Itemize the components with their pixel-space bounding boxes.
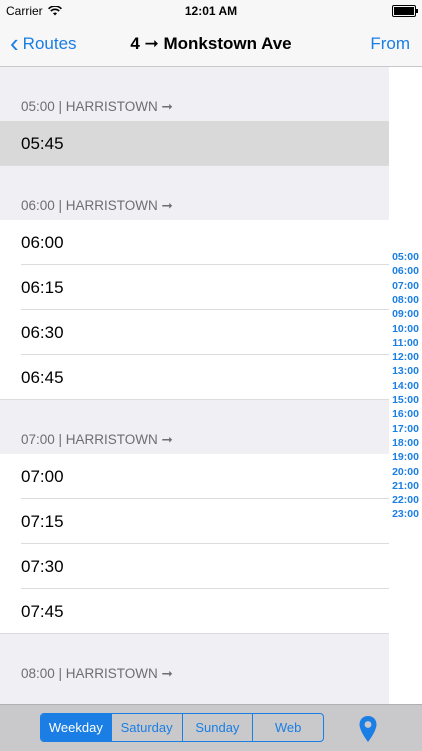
index-item[interactable]: 09:00 bbox=[389, 307, 422, 321]
section-06: 06:00 | HARRISTOWN ➞ 06:00 06:15 06:30 0… bbox=[0, 166, 389, 400]
table-row[interactable]: 07:15 bbox=[0, 499, 389, 544]
day-segmented-control: Weekday Saturday Sunday Web bbox=[40, 713, 324, 742]
section-07: 07:00 | HARRISTOWN ➞ 07:00 07:15 07:30 0… bbox=[0, 400, 389, 634]
bottom-toolbar: Weekday Saturday Sunday Web bbox=[0, 704, 422, 751]
status-bar: Carrier 12:01 AM bbox=[0, 0, 422, 22]
navigation-bar: ‹ Routes 4 ➞ Monkstown Ave From bbox=[0, 22, 422, 67]
index-item[interactable]: 10:00 bbox=[389, 322, 422, 336]
page-title: 4 ➞ Monkstown Ave bbox=[130, 34, 292, 53]
index-item[interactable]: 19:00 bbox=[389, 450, 422, 464]
index-item[interactable]: 23:00 bbox=[389, 507, 422, 521]
section-header: 08:00 | HARRISTOWN ➞ bbox=[0, 634, 389, 688]
battery-icon bbox=[392, 5, 418, 17]
index-item[interactable]: 12:00 bbox=[389, 350, 422, 364]
index-item[interactable]: 22:00 bbox=[389, 493, 422, 507]
segment-weekday[interactable]: Weekday bbox=[41, 714, 111, 741]
index-item[interactable]: 08:00 bbox=[389, 293, 422, 307]
index-item[interactable]: 20:00 bbox=[389, 465, 422, 479]
table-row[interactable]: 06:30 bbox=[0, 310, 389, 355]
table-row[interactable]: 06:15 bbox=[0, 265, 389, 310]
index-item[interactable]: 21:00 bbox=[389, 479, 422, 493]
segment-sunday[interactable]: Sunday bbox=[181, 714, 253, 741]
table-row[interactable]: 07:00 bbox=[0, 454, 389, 499]
segment-web[interactable]: Web bbox=[252, 714, 323, 741]
table-row[interactable]: 07:30 bbox=[0, 544, 389, 589]
section-header: 06:00 | HARRISTOWN ➞ bbox=[0, 166, 389, 220]
table-row[interactable]: 05:45 bbox=[0, 121, 389, 166]
table-row[interactable]: 06:45 bbox=[0, 355, 389, 400]
index-item[interactable]: 06:00 bbox=[389, 264, 422, 278]
location-button[interactable] bbox=[358, 715, 378, 743]
section-08: 08:00 | HARRISTOWN ➞ bbox=[0, 634, 389, 688]
index-item[interactable]: 18:00 bbox=[389, 436, 422, 450]
table-row[interactable]: 06:00 bbox=[0, 220, 389, 265]
map-pin-icon bbox=[359, 716, 377, 742]
table-row[interactable]: 07:45 bbox=[0, 589, 389, 634]
index-item[interactable]: 11:00 bbox=[389, 336, 422, 350]
index-item[interactable]: 07:00 bbox=[389, 279, 422, 293]
index-item[interactable]: 17:00 bbox=[389, 422, 422, 436]
index-item[interactable]: 05:00 bbox=[389, 250, 422, 264]
section-index-bar[interactable]: 05:00 06:00 07:00 08:00 09:00 10:00 11:00 12:00… bbox=[389, 67, 422, 704]
index-item[interactable]: 16:00 bbox=[389, 407, 422, 421]
status-time: 12:01 AM bbox=[184, 4, 238, 18]
index-item[interactable]: 14:00 bbox=[389, 379, 422, 393]
index-item[interactable]: 13:00 bbox=[389, 364, 422, 378]
section-05: 05:00 | HARRISTOWN ➞ 05:45 bbox=[0, 67, 389, 166]
index-item[interactable]: 15:00 bbox=[389, 393, 422, 407]
timetable-list[interactable]: 05:00 | HARRISTOWN ➞ 05:45 06:00 | HARRI… bbox=[0, 67, 389, 704]
from-button[interactable]: From bbox=[370, 34, 410, 54]
segment-saturday[interactable]: Saturday bbox=[110, 714, 182, 741]
section-header: 07:00 | HARRISTOWN ➞ bbox=[0, 400, 389, 454]
section-header: 05:00 | HARRISTOWN ➞ bbox=[0, 67, 389, 121]
